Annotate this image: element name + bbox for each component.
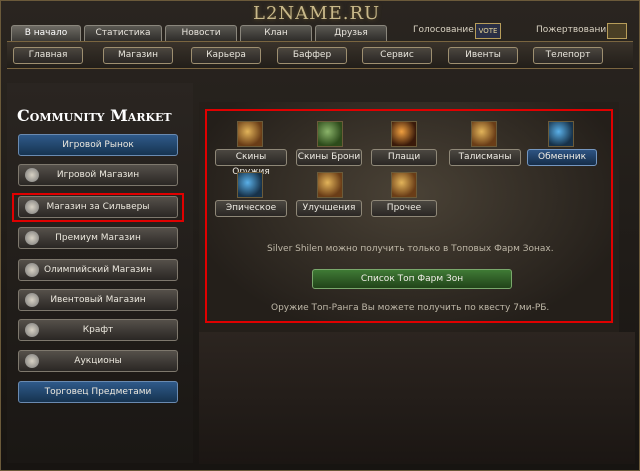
sidebar-item-label: Крафт xyxy=(82,325,114,335)
category-cloaks[interactable]: Плащи xyxy=(371,149,437,166)
sidebar-item-craft[interactable]: Крафт xyxy=(18,319,178,341)
sidebar-item-label: Игровой Магазин xyxy=(56,170,140,180)
nav-main[interactable]: Главная xyxy=(13,47,83,64)
armor-skin-icon[interactable] xyxy=(317,121,343,147)
category-armor-skins[interactable]: Скины Брони xyxy=(296,149,362,166)
nav-shop[interactable]: Магазин xyxy=(103,47,173,64)
upgrade-icon[interactable] xyxy=(317,172,343,198)
tab-news[interactable]: Новости xyxy=(165,25,237,42)
background-scene xyxy=(199,332,635,464)
community-board-window: L2NAME.RU В начало Статистика Новости Кл… xyxy=(0,0,640,471)
sidebar-title: Community Market xyxy=(17,106,172,125)
category-weapon-skins[interactable]: Скины Оружия xyxy=(215,149,287,177)
nav-buffer[interactable]: Баффер xyxy=(277,47,347,64)
vote-icon[interactable]: VOTE xyxy=(475,23,501,39)
talisman-icon[interactable] xyxy=(471,121,497,147)
tab-statistics[interactable]: Статистика xyxy=(84,25,162,42)
event-icon xyxy=(25,293,39,307)
nav-service[interactable]: Сервис xyxy=(362,47,432,64)
other-icon[interactable] xyxy=(391,172,417,198)
cloak-icon[interactable] xyxy=(391,121,417,147)
sidebar-item-game-market[interactable]: Игровой Рынок xyxy=(18,134,178,156)
sidebar-item-label: Игровой Рынок xyxy=(62,140,134,150)
vote-label: Голосование xyxy=(413,25,474,35)
top-rank-weapon-info: Оружие Топ-Ранга Вы можете получить по к… xyxy=(271,303,550,313)
donate-icon[interactable] xyxy=(607,23,627,39)
silver-shop-highlight xyxy=(12,193,184,222)
sidebar-item-premium-shop[interactable]: Премиум Магазин xyxy=(18,227,178,249)
exchange-icon[interactable] xyxy=(548,121,574,147)
tab-friends[interactable]: Друзья xyxy=(315,25,387,42)
silver-info-text: Silver Shilen можно получить только в То… xyxy=(267,244,554,254)
sidebar-item-label: Аукционы xyxy=(74,356,122,366)
nav-events[interactable]: Ивенты xyxy=(448,47,518,64)
shop-icon xyxy=(25,168,39,182)
sidebar-item-event-shop[interactable]: Ивентовый Магазин xyxy=(18,289,178,311)
nav-career[interactable]: Карьера xyxy=(191,47,261,64)
tab-home[interactable]: В начало xyxy=(11,25,81,42)
category-other[interactable]: Прочее xyxy=(371,200,437,217)
top-farm-zones-button[interactable]: Список Топ Фарм Зон xyxy=(312,269,512,289)
top-tabs: В начало Статистика Новости Клан Друзья xyxy=(11,25,387,42)
sidebar-item-game-shop[interactable]: Игровой Магазин xyxy=(18,164,178,186)
weapon-skin-icon[interactable] xyxy=(237,121,263,147)
exclamation-icon xyxy=(25,323,39,337)
category-upgrades[interactable]: Улучшения xyxy=(296,200,362,217)
category-talismans[interactable]: Талисманы xyxy=(449,149,521,166)
nav-teleport[interactable]: Телепорт xyxy=(533,47,603,64)
site-title: L2NAME.RU xyxy=(253,3,381,24)
category-epic[interactable]: Эпическое xyxy=(215,200,287,217)
sidebar-item-item-merchant[interactable]: Торговец Предметами xyxy=(18,381,178,403)
epic-icon[interactable] xyxy=(237,172,263,198)
sidebar-item-olympiad-shop[interactable]: Олимпийский Магазин xyxy=(18,259,178,281)
sidebar-item-label: Торговец Предметами xyxy=(44,387,152,397)
tab-clan[interactable]: Клан xyxy=(240,25,312,42)
main-nav: Главная Магазин Карьера Баффер Сервис Ив… xyxy=(7,41,633,69)
sidebar-item-label: Ивентовый Магазин xyxy=(50,295,146,305)
auction-icon xyxy=(25,354,39,368)
sidebar-item-auctions[interactable]: Аукционы xyxy=(18,350,178,372)
donate-label: Пожертвования xyxy=(536,25,612,35)
sidebar-item-label: Премиум Магазин xyxy=(55,233,141,243)
sidebar-item-label: Олимпийский Магазин xyxy=(43,265,153,275)
crossed-swords-icon xyxy=(25,263,39,277)
shop-icon xyxy=(25,231,39,245)
category-exchanger[interactable]: Обменник xyxy=(527,149,597,166)
